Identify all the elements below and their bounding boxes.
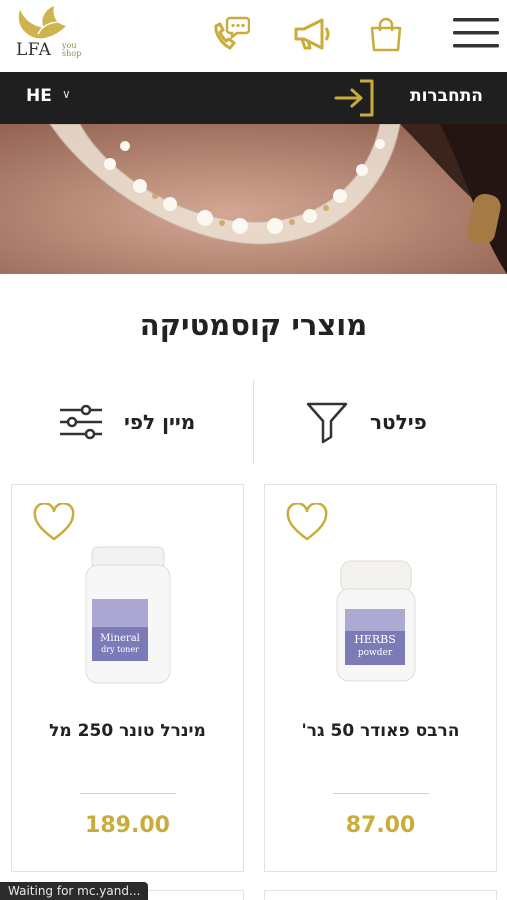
page-title: מוצרי קוסמטיקה (139, 308, 368, 342)
logo-wing-icon (18, 6, 66, 39)
login-icon[interactable] (334, 77, 378, 119)
megaphone-icon[interactable] (290, 12, 334, 56)
site-header: LFA you shop (0, 0, 507, 72)
price-divider (80, 793, 176, 794)
jar-label-line1: Mineral (100, 633, 140, 644)
product-card[interactable] (264, 890, 497, 900)
filter-sort-toolbar: מיין לפי פילטר (0, 380, 507, 464)
toolbar-divider (253, 380, 254, 464)
product-price: 189.00 (85, 813, 170, 838)
filter-button[interactable]: פילטר (304, 398, 444, 446)
product-price: 87.00 (345, 813, 416, 838)
logo-subtext: you shop (62, 41, 82, 58)
jar-label-line2: dry toner (101, 645, 139, 654)
funnel-icon (306, 402, 348, 444)
product-name[interactable]: מינרל טונר 250 מל (12, 721, 243, 741)
sort-label: מיין לפי (124, 410, 196, 434)
product-image[interactable]: HERBS powder (265, 543, 496, 693)
account-bar: HE ∨ התחברות (0, 72, 507, 124)
hamburger-menu-icon[interactable] (450, 12, 502, 56)
product-card[interactable]: Mineral dry toner מינרל טונר 250 מל 189.… (11, 484, 244, 872)
sort-button[interactable]: מיין לפי (56, 398, 216, 446)
product-card[interactable]: HERBS powder הרבס פאודר 50 גר' 87.00 (264, 484, 497, 872)
heart-icon[interactable] (285, 503, 329, 543)
jar-label-line1: HERBS (354, 633, 396, 646)
logo-text: LFA (16, 40, 52, 60)
product-name[interactable]: הרבס פאודר 50 גר' (265, 721, 496, 741)
login-link[interactable]: התחברות (410, 86, 483, 106)
site-logo[interactable]: LFA you shop (10, 4, 92, 66)
browser-status-bar: Waiting for mc.yand... (0, 882, 149, 900)
filter-label: פילטר (370, 410, 427, 434)
heart-icon[interactable] (32, 503, 76, 543)
shopping-bag-icon[interactable] (364, 12, 408, 56)
chevron-down-icon[interactable]: ∨ (62, 87, 71, 101)
language-selector[interactable]: HE (26, 86, 52, 106)
product-image[interactable]: Mineral dry toner (12, 543, 243, 693)
phone-chat-icon[interactable] (206, 12, 251, 56)
necklace-banner-image (0, 124, 507, 274)
jar-label-line2: powder (358, 648, 393, 658)
sliders-icon (60, 404, 102, 440)
price-divider (333, 793, 429, 794)
